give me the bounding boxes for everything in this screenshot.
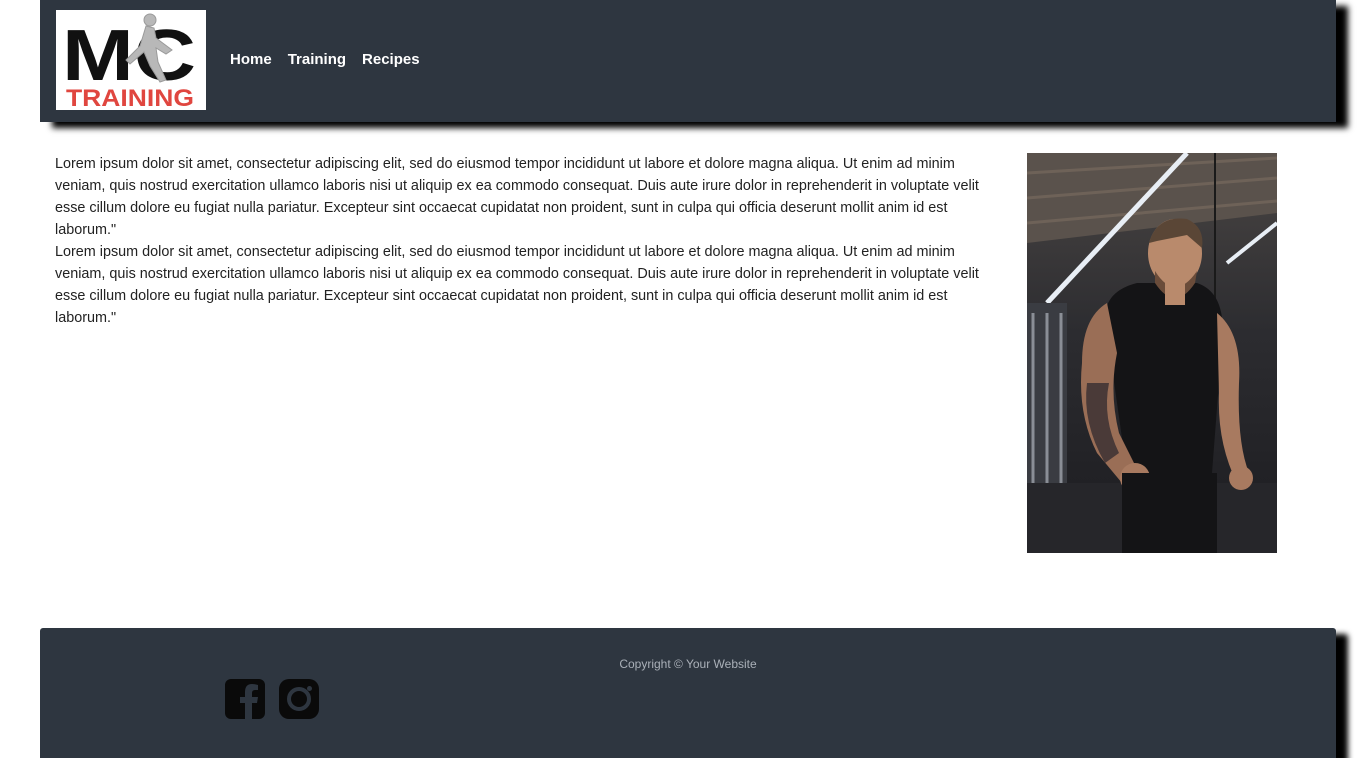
- nav-training[interactable]: Training: [288, 51, 346, 68]
- gym-trainer-photo: [1027, 153, 1277, 553]
- main-nav: Home Training Recipes: [230, 51, 420, 68]
- trainer-photo: [1027, 153, 1277, 553]
- nav-home[interactable]: Home: [230, 51, 272, 68]
- lorem-paragraph-1: Lorem ipsum dolor sit amet, consectetur …: [55, 156, 979, 238]
- social-links: [225, 679, 319, 719]
- brand-logo[interactable]: MC TRAINING: [56, 10, 206, 110]
- facebook-icon[interactable]: [225, 679, 265, 719]
- copyright-text: Copyright © Your Website: [619, 657, 757, 671]
- logo-mc-text: MC: [62, 16, 196, 96]
- main-content: Lorem ipsum dolor sit amet, consectetur …: [55, 153, 980, 329]
- site-footer: Copyright © Your Website: [40, 628, 1336, 758]
- instagram-icon[interactable]: [279, 679, 319, 719]
- lorem-paragraph-2: Lorem ipsum dolor sit amet, consectetur …: [55, 244, 979, 326]
- site-header: MC TRAINING Home Training Recipes: [40, 0, 1336, 122]
- runner-logo-icon: MC TRAINING: [62, 13, 196, 110]
- nav-recipes[interactable]: Recipes: [362, 51, 420, 68]
- logo-training-text: TRAINING: [66, 85, 194, 110]
